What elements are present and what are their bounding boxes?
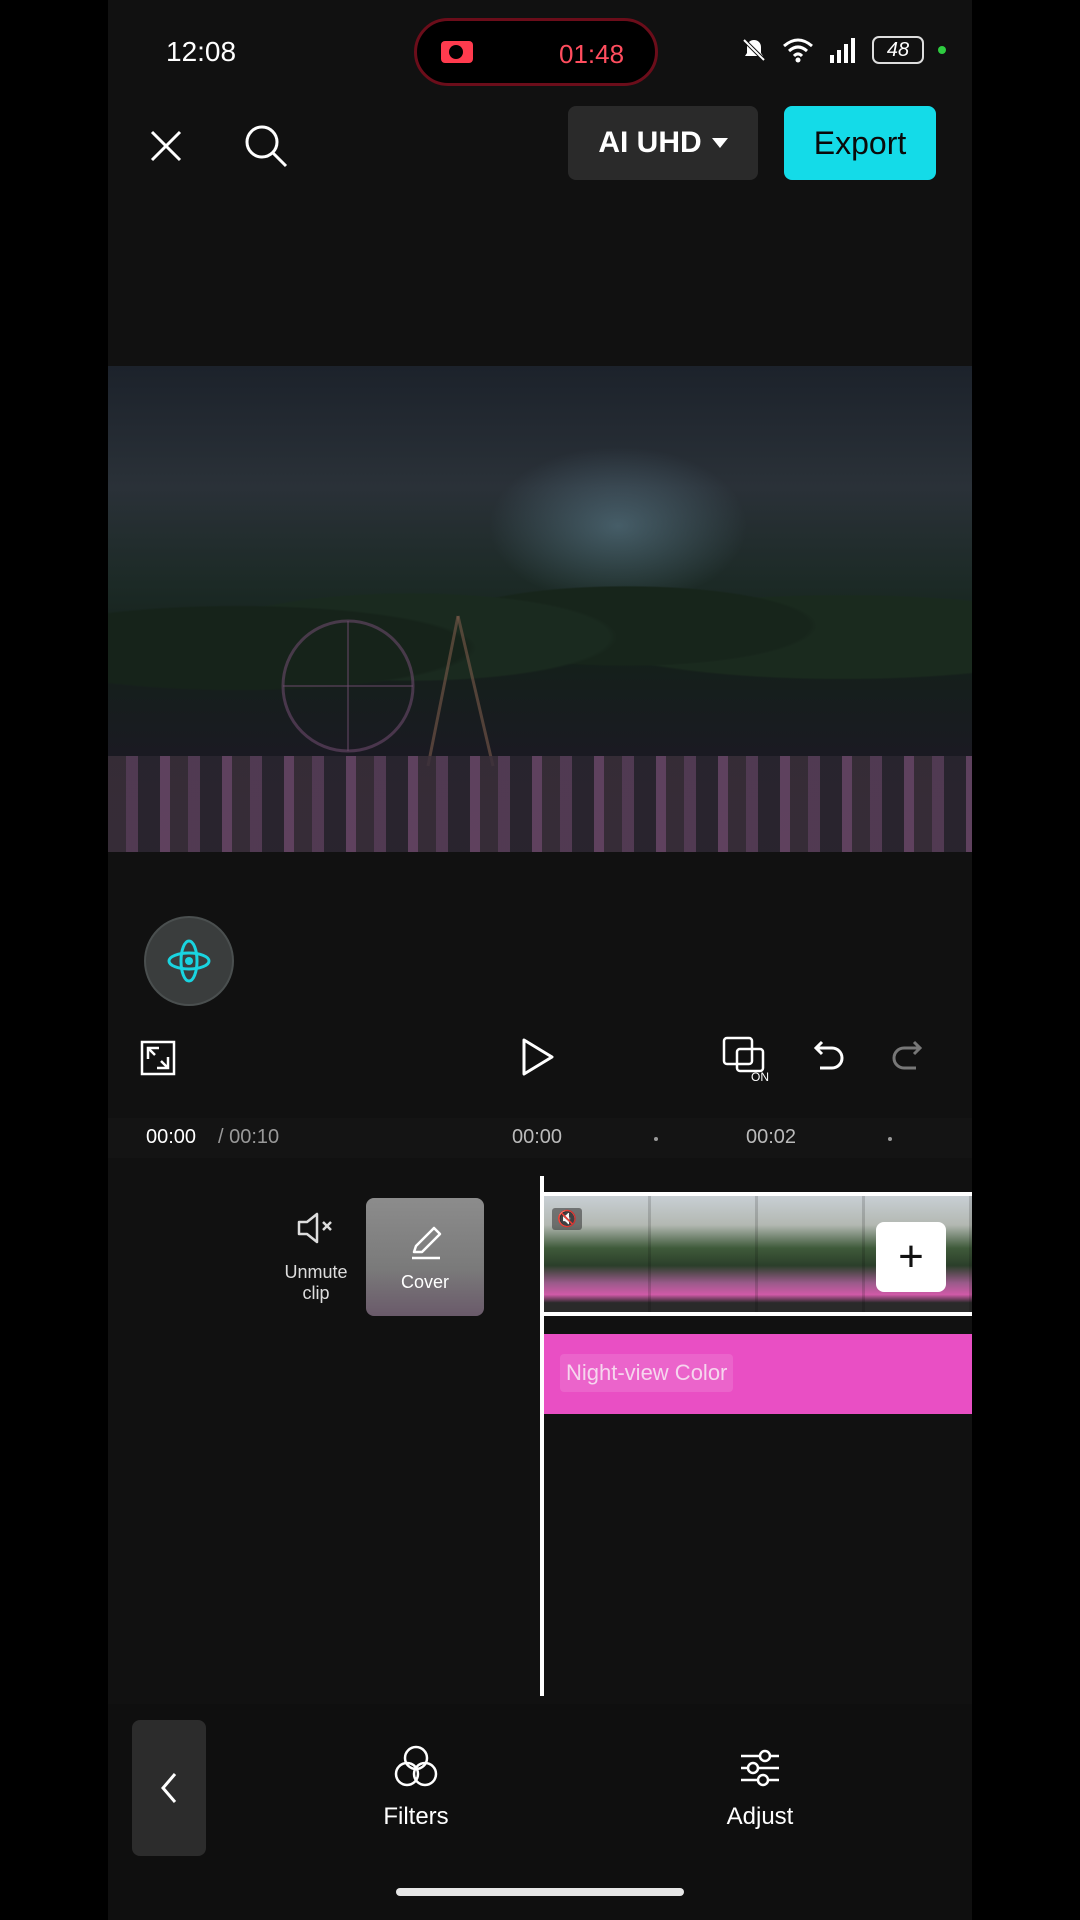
time-ruler[interactable]: 00:00 / 00:10 00:00 00:02	[108, 1118, 972, 1158]
preview-on-button[interactable]: ON	[720, 1034, 774, 1084]
tool-filters[interactable]: Filters	[356, 1744, 476, 1831]
cover-button[interactable]: Cover	[366, 1198, 484, 1316]
undo-icon	[813, 1040, 844, 1070]
play-icon	[522, 1038, 554, 1076]
fullscreen-icon	[140, 1040, 176, 1076]
redo-icon	[892, 1040, 923, 1070]
back-button[interactable]	[132, 1720, 206, 1856]
preview-trees	[108, 516, 972, 736]
pencil-icon	[412, 1226, 442, 1260]
total-time: / 00:10	[218, 1126, 280, 1148]
add-clip-button[interactable]: +	[876, 1222, 946, 1292]
adjust-icon	[741, 1749, 779, 1787]
tool-adjust-label: Adjust	[726, 1803, 794, 1830]
recording-indicator[interactable]: 01:48	[414, 18, 658, 86]
preview-on-icon: ON	[722, 1036, 769, 1083]
video-preview[interactable]	[108, 366, 972, 852]
tool-filters-label: Filters	[383, 1803, 449, 1830]
ruler-tick-dot	[888, 1137, 892, 1141]
svg-text:ON: ON	[751, 1070, 769, 1083]
recording-time: 01:48	[559, 39, 625, 69]
bell-mute-icon	[742, 38, 766, 62]
close-button[interactable]	[138, 118, 194, 174]
close-icon	[150, 130, 182, 162]
keyframe-button[interactable]	[144, 916, 234, 1006]
home-indicator[interactable]	[396, 1888, 684, 1896]
chevron-down-icon	[711, 138, 728, 148]
filter-clip-label: Night-view Color	[560, 1354, 734, 1392]
status-time: 12:08	[166, 36, 237, 67]
unmute-clip-button[interactable]	[286, 1210, 346, 1250]
ruler-tick-label: 00:02	[746, 1126, 797, 1148]
tool-adjust[interactable]: Adjust	[700, 1744, 820, 1831]
preview-crowd	[108, 756, 972, 852]
filter-clip[interactable]: Night-view Color	[544, 1334, 972, 1414]
keyframe-icon	[167, 939, 211, 983]
filters-icon	[394, 1745, 438, 1787]
search-icon	[245, 125, 288, 168]
ruler-tick-dot	[654, 1137, 658, 1141]
status-icons: 48	[740, 32, 946, 68]
export-button[interactable]: Export	[784, 106, 936, 180]
wifi-icon	[783, 38, 813, 63]
play-button[interactable]	[518, 1036, 556, 1078]
current-time: 00:00	[146, 1126, 197, 1148]
record-camera-icon	[441, 41, 473, 63]
clip-muted-icon: 🔇	[552, 1208, 582, 1230]
playhead[interactable]	[540, 1176, 544, 1696]
unmute-clip-label: Unmute clip	[284, 1262, 348, 1303]
speaker-mute-icon	[297, 1212, 332, 1244]
redo-button[interactable]	[888, 1036, 932, 1080]
search-button[interactable]	[236, 116, 296, 176]
signal-icon	[830, 38, 855, 63]
fullscreen-button[interactable]	[136, 1036, 180, 1080]
app-screen: 12:08 01:48 48 AI UHD Export ON 00:00 / …	[108, 0, 972, 1920]
ferris-wheel-silhouette	[281, 615, 495, 767]
plus-icon: +	[898, 1232, 924, 1281]
quality-dropdown[interactable]: AI UHD	[568, 106, 758, 180]
chevron-left-icon	[161, 1773, 177, 1803]
quality-label: AI UHD	[598, 126, 702, 159]
privacy-dot	[938, 46, 946, 54]
ruler-tick-label: 00:00	[512, 1126, 563, 1148]
undo-button[interactable]	[804, 1036, 848, 1080]
battery-icon: 48	[872, 36, 924, 64]
cover-label: Cover	[400, 1272, 449, 1292]
bottom-toolbar: Filters Adjust	[108, 1704, 972, 1920]
